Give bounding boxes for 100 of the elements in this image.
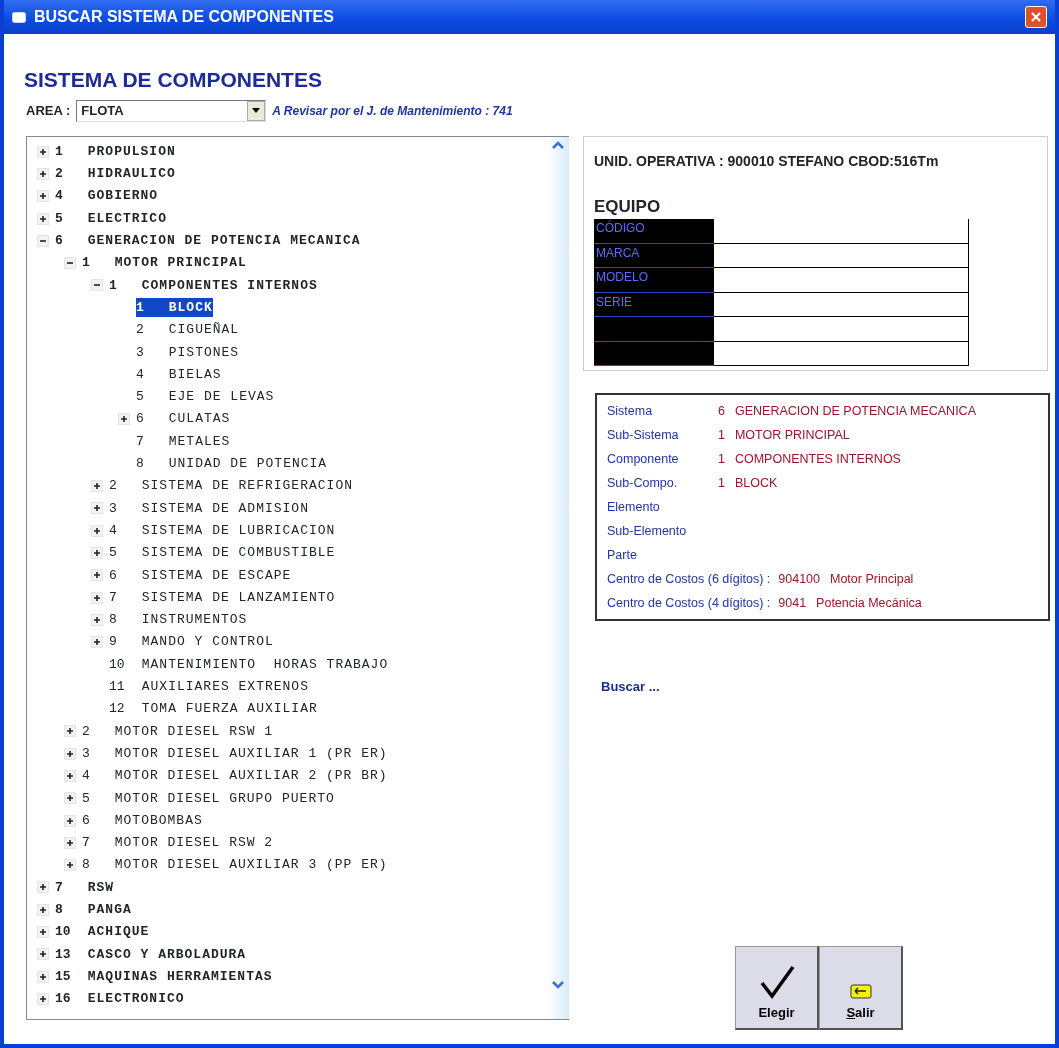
tree-item-label[interactable]: TOMA FUERZA AUXILIAR: [133, 699, 318, 719]
tree-item-label[interactable]: METALES: [160, 431, 231, 452]
dropdown-arrow-icon: [252, 108, 261, 113]
collapse-icon[interactable]: [37, 234, 49, 247]
scrollbar[interactable]: [547, 136, 569, 1019]
summary-label: Elemento: [607, 498, 661, 516]
tree-item-label[interactable]: GOBIERNO: [79, 186, 159, 206]
selected-tree-item[interactable]: 1 BLOCK: [136, 297, 213, 318]
scroll-up-icon[interactable]: [552, 140, 564, 149]
tree-item-label[interactable]: INSTRUMENTOS: [133, 610, 248, 630]
expand-icon[interactable]: [91, 591, 103, 604]
tree-item-label[interactable]: AUXILIARES EXTRENOS: [133, 677, 309, 697]
summary-label: Componente: [607, 450, 680, 468]
tree-item-label[interactable]: MANDO Y CONTROL: [133, 632, 274, 652]
expand-icon[interactable]: [37, 926, 49, 939]
tree-item-code: 12: [109, 700, 126, 719]
expand-icon[interactable]: [91, 613, 103, 626]
expand-icon[interactable]: [37, 970, 49, 983]
cost-center-name: Motor Principal: [830, 570, 914, 588]
collapse-icon[interactable]: [91, 279, 103, 292]
tree-item-label[interactable]: UNIDAD DE POTENCIA: [160, 454, 328, 474]
cost-center-label: Centro de Costos (6 dígitos) :: [607, 570, 771, 588]
tree-item-code: 8: [136, 455, 145, 474]
close-button[interactable]: [1025, 6, 1047, 28]
tree-item-label[interactable]: RSW: [79, 877, 115, 898]
summary-label: Sistema: [607, 402, 654, 420]
tree-item-label[interactable]: ACHIQUE: [79, 922, 150, 942]
tree-item-label[interactable]: MOTOR DIESEL RSW 1: [106, 721, 274, 742]
tree-item-code: 2: [55, 165, 64, 184]
expand-icon[interactable]: [91, 569, 103, 582]
tree-item-label[interactable]: COMPONENTES INTERNOS: [133, 275, 318, 296]
collapse-icon[interactable]: [64, 257, 76, 270]
tree-item-label[interactable]: SISTEMA DE ESCAPE: [133, 565, 292, 586]
choose-button[interactable]: Elegir: [735, 946, 819, 1030]
expand-icon[interactable]: [91, 524, 103, 537]
expand-icon[interactable]: [64, 769, 76, 782]
tree-item-label[interactable]: MANTENIMIENTO HORAS TRABAJO: [133, 654, 389, 675]
tree-item-label[interactable]: CASCO Y ARBOLADURA: [79, 944, 247, 965]
summary-code: 1: [718, 426, 725, 444]
tree-item-label[interactable]: PROPULSION: [79, 141, 176, 162]
summary-value: BLOCK: [734, 474, 778, 492]
expand-icon[interactable]: [64, 792, 76, 805]
tree-item-label[interactable]: SISTEMA DE LUBRICACION: [133, 520, 336, 541]
tree-item-label[interactable]: PISTONES: [160, 342, 240, 363]
tree-item-code: 4: [136, 365, 145, 384]
expand-icon[interactable]: [37, 212, 49, 225]
tree-item-label[interactable]: SISTEMA DE ADMISION: [133, 498, 309, 519]
tree-item-label[interactable]: MOTOR DIESEL GRUPO PUERTO: [106, 788, 335, 808]
tree-item-code: 10: [109, 655, 126, 674]
tree-item-label[interactable]: GENERACION DE POTENCIA MECANICA: [79, 231, 361, 251]
tree-item-code: 5: [109, 544, 118, 563]
expand-icon[interactable]: [37, 948, 49, 961]
tree-item-label[interactable]: ELECTRICO: [79, 208, 167, 229]
expand-icon[interactable]: [118, 413, 130, 426]
expand-icon[interactable]: [64, 859, 76, 872]
expand-icon[interactable]: [91, 502, 103, 515]
summary-label: Parte: [607, 546, 638, 564]
exit-button[interactable]: Salir: [819, 946, 903, 1030]
tree-item-code: 9: [109, 633, 118, 652]
cost-center-label: Centro de Costos (4 dígitos) :: [607, 594, 771, 612]
expand-icon[interactable]: [37, 145, 49, 158]
tree-item-label[interactable]: SISTEMA DE LANZAMIENTO: [133, 587, 336, 608]
expand-icon[interactable]: [37, 881, 49, 894]
expand-icon[interactable]: [37, 903, 49, 916]
expand-icon[interactable]: [64, 747, 76, 760]
tree-item-label[interactable]: BLOCK: [160, 297, 213, 318]
tree-item-label[interactable]: SISTEMA DE COMBUSTIBLE: [133, 543, 336, 563]
area-dropdown[interactable]: FLOTA: [76, 99, 267, 122]
expand-icon[interactable]: [37, 190, 49, 203]
tree-item-label[interactable]: MAQUINAS HERRAMIENTAS: [79, 966, 273, 987]
tree-item-label[interactable]: MOTOBOMBAS: [106, 810, 203, 831]
scroll-down-icon[interactable]: [552, 980, 564, 989]
expand-icon[interactable]: [37, 992, 49, 1005]
tree-item-label[interactable]: HIDRAULICO: [79, 164, 176, 184]
tree-item-label[interactable]: MOTOR DIESEL AUXILIAR 1 (PR ER): [106, 743, 388, 764]
tree-item-code: 2: [136, 321, 145, 340]
tree-item-label[interactable]: MOTOR DIESEL RSW 2: [106, 833, 274, 853]
tree-item-label[interactable]: MOTOR DIESEL AUXILIAR 2 (PR BR): [106, 766, 388, 786]
area-label: AREA :: [26, 101, 71, 120]
tree-item-label[interactable]: CULATAS: [160, 409, 231, 429]
expand-icon[interactable]: [64, 814, 76, 827]
tree-item-code: 3: [82, 744, 91, 763]
tree-item-label[interactable]: ELECTRONICO: [79, 989, 185, 1009]
tree-item-label[interactable]: SISTEMA DE REFRIGERACION: [133, 476, 353, 496]
expand-icon[interactable]: [64, 836, 76, 849]
tree-item-label[interactable]: MOTOR PRINCIPAL: [106, 253, 247, 273]
tree-item-label[interactable]: EJE DE LEVAS: [160, 387, 275, 407]
field-label: MODELO: [594, 268, 714, 293]
tree-item-code: 2: [109, 477, 118, 496]
tree-item-label[interactable]: PANGA: [79, 900, 132, 920]
expand-icon[interactable]: [91, 480, 103, 493]
expand-icon[interactable]: [91, 636, 103, 649]
search-link[interactable]: Buscar ...: [601, 654, 660, 696]
expand-icon[interactable]: [37, 167, 49, 180]
tree-item-label[interactable]: CIGUEÑAL: [160, 320, 240, 340]
window-icon: [12, 11, 26, 23]
tree-item-label[interactable]: MOTOR DIESEL AUXILIAR 3 (PP ER): [106, 855, 388, 875]
expand-icon[interactable]: [64, 725, 76, 738]
expand-icon[interactable]: [91, 547, 103, 559]
tree-item-label[interactable]: BIELAS: [160, 364, 222, 385]
